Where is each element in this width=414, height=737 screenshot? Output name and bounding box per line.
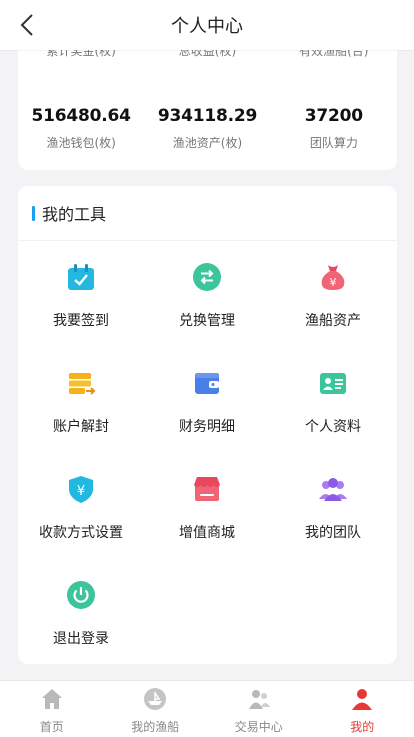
tab-home[interactable]: 首页 [0, 681, 104, 737]
tool-exchange[interactable]: 兑换管理 [144, 262, 270, 330]
stat-value: 516480.64 [18, 106, 144, 126]
exchange-icon [192, 262, 222, 292]
tool-label: 退出登录 [18, 628, 144, 648]
svg-text:¥: ¥ [330, 276, 337, 289]
tab-trading-center[interactable]: 交易中心 [207, 681, 311, 737]
tab-label: 我的渔船 [104, 718, 208, 735]
section-accent-bar [32, 206, 35, 221]
tool-label: 财务明细 [144, 416, 270, 436]
calendar-check-icon [66, 262, 96, 292]
stat-pool-assets: 934118.29 渔池资产(枚) [144, 106, 270, 151]
bottom-tab-bar: 首页 我的渔船 交易中心 我的 [0, 680, 414, 737]
svg-text:¥: ¥ [77, 484, 85, 499]
back-button[interactable] [12, 8, 42, 42]
tab-mine[interactable]: 我的 [311, 681, 414, 737]
stat-label: 团队算力 [271, 134, 397, 151]
tool-profile[interactable]: 个人资料 [270, 368, 396, 436]
tool-my-team[interactable]: 我的团队 [270, 474, 396, 542]
unlock-card-icon [66, 368, 96, 398]
tool-label: 收款方式设置 [18, 522, 144, 542]
stats-bottom-row: 516480.64 渔池钱包(枚) 934118.29 渔池资产(枚) 3720… [18, 106, 397, 151]
tab-my-boats[interactable]: 我的渔船 [104, 681, 208, 737]
tool-label: 渔船资产 [270, 310, 396, 330]
tab-label: 交易中心 [207, 718, 311, 735]
tool-label: 账户解封 [18, 416, 144, 436]
stat-label: 渔池资产(枚) [144, 134, 270, 151]
stat-value: 934118.29 [144, 106, 270, 126]
tool-payment-settings[interactable]: ¥ 收款方式设置 [18, 474, 144, 542]
tool-value-mall[interactable]: 增值商城 [144, 474, 270, 542]
section-title: 我的工具 [42, 201, 106, 225]
tool-label: 增值商城 [144, 522, 270, 542]
tool-label: 我的团队 [270, 522, 396, 542]
money-bag-icon: ¥ [318, 262, 348, 292]
tool-logout[interactable]: 退出登录 [18, 580, 144, 648]
chevron-left-icon [20, 14, 34, 36]
tool-finance-details[interactable]: 财务明细 [144, 368, 270, 436]
top-nav-bar: 个人中心 [0, 0, 414, 50]
power-icon [66, 580, 96, 610]
person-icon [350, 687, 374, 711]
stat-label: 渔池钱包(枚) [18, 134, 144, 151]
home-icon [40, 687, 64, 711]
yen-shield-icon: ¥ [66, 474, 96, 504]
page-title: 个人中心 [171, 12, 243, 38]
id-card-icon [318, 368, 348, 398]
wallet-icon [192, 368, 222, 398]
users-icon [247, 687, 271, 711]
tools-card: 我的工具 我要签到 兑换管理 ¥ 渔船资产 [18, 186, 397, 664]
tab-label: 我的 [311, 718, 414, 735]
stat-value: 37200 [271, 106, 397, 126]
tool-label: 个人资料 [270, 416, 396, 436]
boat-icon [143, 687, 167, 711]
stat-team-power: 37200 团队算力 [271, 106, 397, 151]
stat-pool-wallet: 516480.64 渔池钱包(枚) [18, 106, 144, 151]
tool-label: 我要签到 [18, 310, 144, 330]
tool-boat-assets[interactable]: ¥ 渔船资产 [270, 262, 396, 330]
tool-account-unlock[interactable]: 账户解封 [18, 368, 144, 436]
tools-header: 我的工具 [18, 186, 397, 241]
tool-checkin[interactable]: 我要签到 [18, 262, 144, 330]
team-icon [318, 474, 348, 504]
shop-icon [192, 474, 222, 504]
tab-label: 首页 [0, 718, 104, 735]
tool-label: 兑换管理 [144, 310, 270, 330]
